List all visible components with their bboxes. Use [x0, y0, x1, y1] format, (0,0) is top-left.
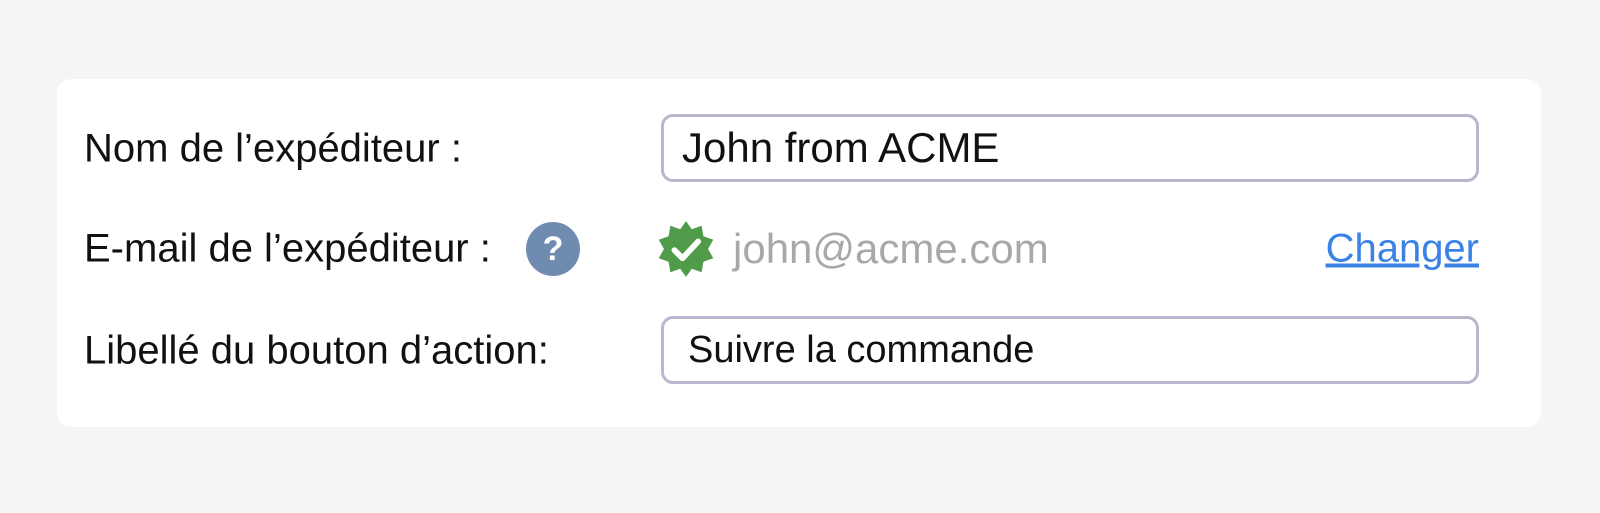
sender-name-input[interactable]	[661, 114, 1479, 182]
action-button-label-input[interactable]	[661, 316, 1479, 384]
sender-name-label: Nom de l’expéditeur :	[84, 126, 462, 171]
sender-settings-card: Nom de l’expéditeur : E-mail de l’expédi…	[57, 79, 1541, 427]
sender-email-label: E-mail de l’expéditeur :	[84, 226, 491, 271]
action-button-label: Libellé du bouton d’action:	[84, 328, 549, 373]
change-email-link[interactable]: Changer	[1326, 227, 1479, 272]
sender-name-row: Nom de l’expéditeur :	[57, 109, 1541, 189]
action-button-label-row: Libellé du bouton d’action:	[57, 311, 1541, 391]
sender-email-value: john@acme.com	[733, 225, 1049, 272]
help-icon[interactable]: ?	[526, 222, 580, 276]
sender-email-row: E-mail de l’expéditeur : ? john@acme.com…	[57, 209, 1541, 289]
verified-badge-icon	[658, 221, 714, 277]
